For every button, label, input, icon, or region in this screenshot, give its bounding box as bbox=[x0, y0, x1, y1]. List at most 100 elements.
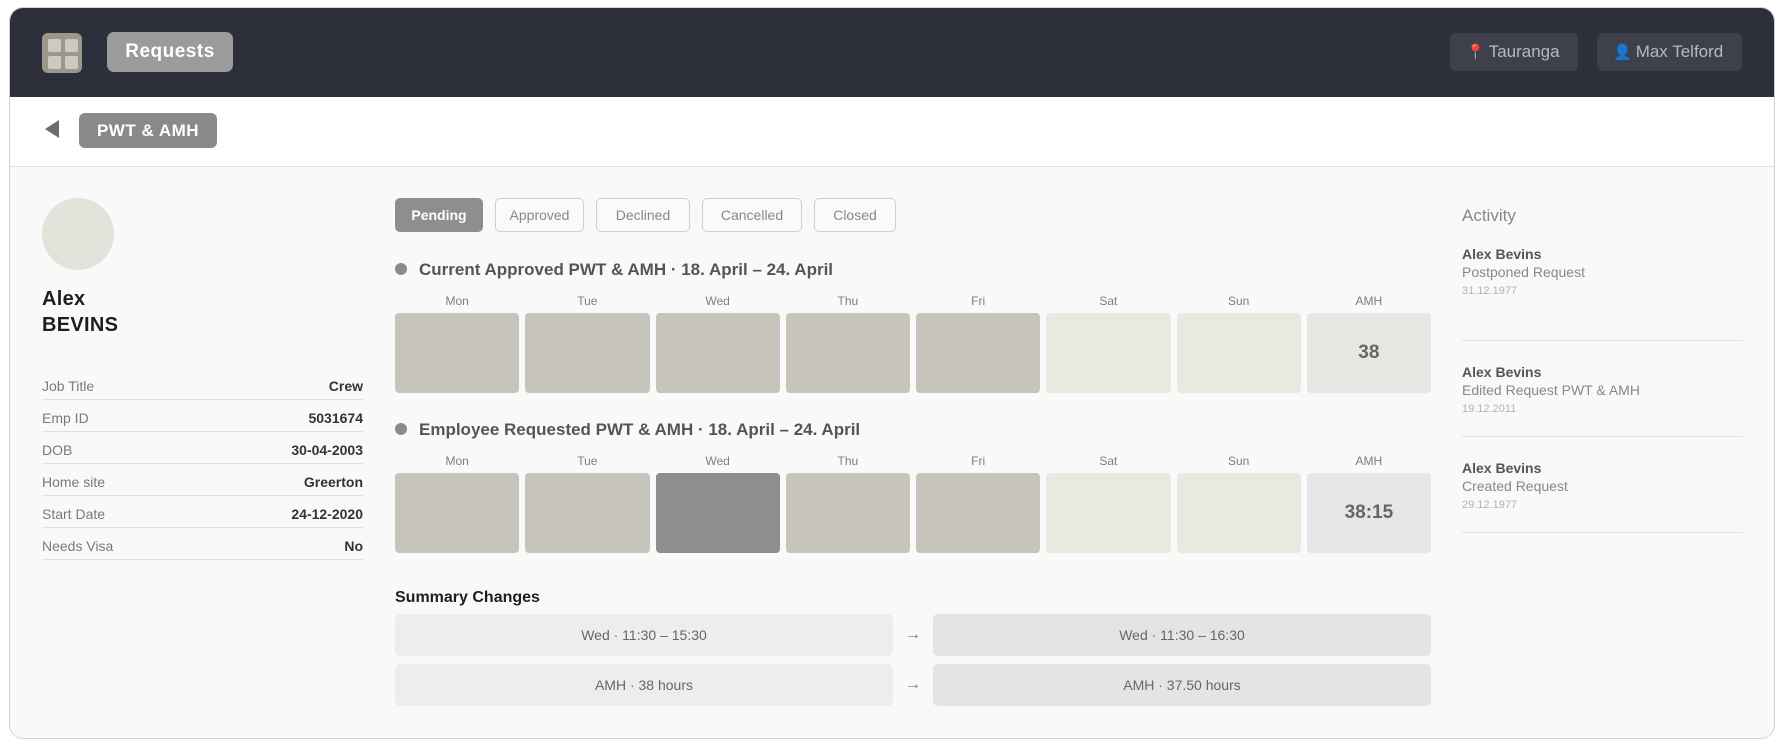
day-label: Thu bbox=[837, 294, 859, 308]
info-value: No bbox=[344, 537, 363, 554]
bullet-icon bbox=[395, 262, 407, 275]
tab-closed[interactable]: Closed bbox=[814, 198, 896, 232]
current-day-wed[interactable]: Wed bbox=[655, 293, 780, 393]
activity-action: Created Request bbox=[1462, 478, 1568, 494]
user-menu[interactable]: 👤 Max Telford bbox=[1597, 33, 1742, 71]
current-week: Mon Tue Wed Thu Fri Sat Sun AMH 38 bbox=[395, 293, 1431, 393]
top-bar: Requests 📍 Tauranga 👤 Max Telford bbox=[10, 8, 1774, 97]
shift-block bbox=[395, 473, 520, 553]
day-label: Fri bbox=[971, 294, 986, 308]
shift-block bbox=[655, 313, 780, 393]
day-label: Tue bbox=[577, 294, 598, 308]
day-label: Wed bbox=[705, 454, 730, 468]
info-label: Start Date bbox=[42, 505, 106, 522]
bullet-icon bbox=[395, 422, 407, 435]
current-day-thu[interactable]: Thu bbox=[785, 293, 910, 393]
tab-pending[interactable]: Pending bbox=[395, 198, 483, 232]
user-icon: 👤 bbox=[1613, 44, 1632, 61]
info-value: Crew bbox=[328, 377, 363, 394]
tab-cancelled[interactable]: Cancelled bbox=[702, 198, 802, 232]
activity-item: Alex Bevins Postponed Request 31.12.1977 bbox=[1462, 245, 1743, 341]
app-window: Requests 📍 Tauranga 👤 Max Telford PWT & AM… bbox=[9, 7, 1775, 739]
requested-day-thu[interactable]: Thu bbox=[785, 453, 910, 553]
shift-block bbox=[916, 313, 1041, 393]
summary-from: AMH · 38 hours bbox=[395, 664, 893, 706]
day-label: AMH bbox=[1355, 454, 1383, 468]
info-value: 30-04-2003 bbox=[291, 441, 363, 458]
sub-bar: PWT & AMH bbox=[10, 97, 1774, 167]
info-label: Home site bbox=[42, 473, 106, 490]
requested-week: Mon Tue Wed Thu Fri Sat Sun AMH 38:15 bbox=[395, 453, 1431, 553]
employee-last-name: BEVINS bbox=[42, 314, 119, 336]
summary-title: Summary Changes bbox=[395, 589, 540, 606]
activity-author: Alex Bevins bbox=[1462, 460, 1542, 476]
activity-action: Postponed Request bbox=[1462, 264, 1585, 280]
current-amh: AMH 38 bbox=[1306, 293, 1431, 393]
shift-block bbox=[525, 313, 650, 393]
current-day-mon[interactable]: Mon bbox=[395, 293, 520, 393]
activity-date: 29.12.1977 bbox=[1462, 499, 1518, 511]
summary-from: Wed · 11:30 – 15:30 bbox=[395, 614, 893, 656]
requested-day-tue[interactable]: Tue bbox=[525, 453, 650, 553]
requested-amh: AMH 38:15 bbox=[1306, 453, 1431, 553]
status-tabs: Pending Approved Declined Cancelled Clos… bbox=[395, 198, 908, 232]
user-name: Max Telford bbox=[1635, 42, 1724, 61]
employee-first-name: Alex bbox=[42, 288, 86, 310]
day-label: Sat bbox=[1099, 454, 1118, 468]
info-value: 24-12-2020 bbox=[291, 505, 363, 522]
shift-block bbox=[395, 313, 520, 393]
summary-to: AMH · 37.50 hours bbox=[933, 664, 1431, 706]
breadcrumb[interactable]: PWT & AMH bbox=[79, 113, 217, 148]
current-day-fri[interactable]: Fri bbox=[916, 293, 1041, 393]
info-row-dob: DOB 30-04-2003 bbox=[42, 432, 363, 464]
requested-day-sat[interactable]: Sat bbox=[1046, 453, 1171, 553]
day-label: Mon bbox=[445, 454, 469, 468]
location-selector[interactable]: 📍 Tauranga bbox=[1450, 33, 1578, 71]
activity-date: 31.12.1977 bbox=[1462, 285, 1518, 297]
back-arrow-icon[interactable] bbox=[43, 117, 63, 141]
current-day-tue[interactable]: Tue bbox=[525, 293, 650, 393]
activity-author: Alex Bevins bbox=[1462, 246, 1542, 262]
summary-row: AMH · 38 hours → AMH · 37.50 hours bbox=[395, 664, 1431, 706]
current-day-sun[interactable]: Sun bbox=[1176, 293, 1301, 393]
info-row-needs-visa: Needs Visa No bbox=[42, 528, 363, 560]
requested-title-text: Employee Requested PWT & AMH · 18. April… bbox=[419, 420, 861, 439]
app-grid-icon[interactable] bbox=[42, 33, 82, 73]
info-value: Greerton bbox=[303, 473, 363, 490]
shift-block bbox=[1176, 473, 1301, 553]
amh-value: 38:15 bbox=[1306, 473, 1431, 553]
day-label: AMH bbox=[1355, 294, 1383, 308]
shift-block bbox=[525, 473, 650, 553]
activity-date: 19.12.2011 bbox=[1462, 403, 1517, 415]
requested-day-fri[interactable]: Fri bbox=[916, 453, 1041, 553]
current-day-sat[interactable]: Sat bbox=[1046, 293, 1171, 393]
requested-day-sun[interactable]: Sun bbox=[1176, 453, 1301, 553]
arrow-right-icon: → bbox=[905, 676, 921, 693]
day-label: Thu bbox=[837, 454, 859, 468]
shift-block bbox=[916, 473, 1041, 553]
info-label: Needs Visa bbox=[42, 537, 114, 554]
requested-day-wed[interactable]: Wed bbox=[655, 453, 780, 553]
requested-day-mon[interactable]: Mon bbox=[395, 453, 520, 553]
day-label: Tue bbox=[577, 454, 598, 468]
info-row-start-date: Start Date 24-12-2020 bbox=[42, 496, 363, 528]
info-label: Emp ID bbox=[42, 409, 89, 426]
info-label: Job Title bbox=[42, 377, 95, 394]
tab-approved[interactable]: Approved bbox=[495, 198, 584, 232]
activity-title: Activity bbox=[1462, 206, 1516, 225]
shift-block bbox=[1176, 313, 1301, 393]
shift-block bbox=[785, 473, 910, 553]
day-label: Sat bbox=[1099, 294, 1118, 308]
shift-block bbox=[1046, 473, 1171, 553]
changed-shift-block bbox=[655, 473, 780, 553]
map-pin-icon: 📍 bbox=[1466, 44, 1485, 61]
requested-schedule-title: Employee Requested PWT & AMH · 18. April… bbox=[395, 420, 860, 440]
requests-tab[interactable]: Requests bbox=[107, 32, 233, 72]
day-label: Fri bbox=[971, 454, 986, 468]
amh-value: 38 bbox=[1306, 313, 1431, 393]
location-label: Tauranga bbox=[1488, 42, 1560, 61]
summary-to: Wed · 11:30 – 16:30 bbox=[933, 614, 1431, 656]
tab-declined[interactable]: Declined bbox=[596, 198, 690, 232]
shift-block bbox=[785, 313, 910, 393]
activity-item: Alex Bevins Edited Request PWT & AMH 19.… bbox=[1462, 341, 1743, 437]
